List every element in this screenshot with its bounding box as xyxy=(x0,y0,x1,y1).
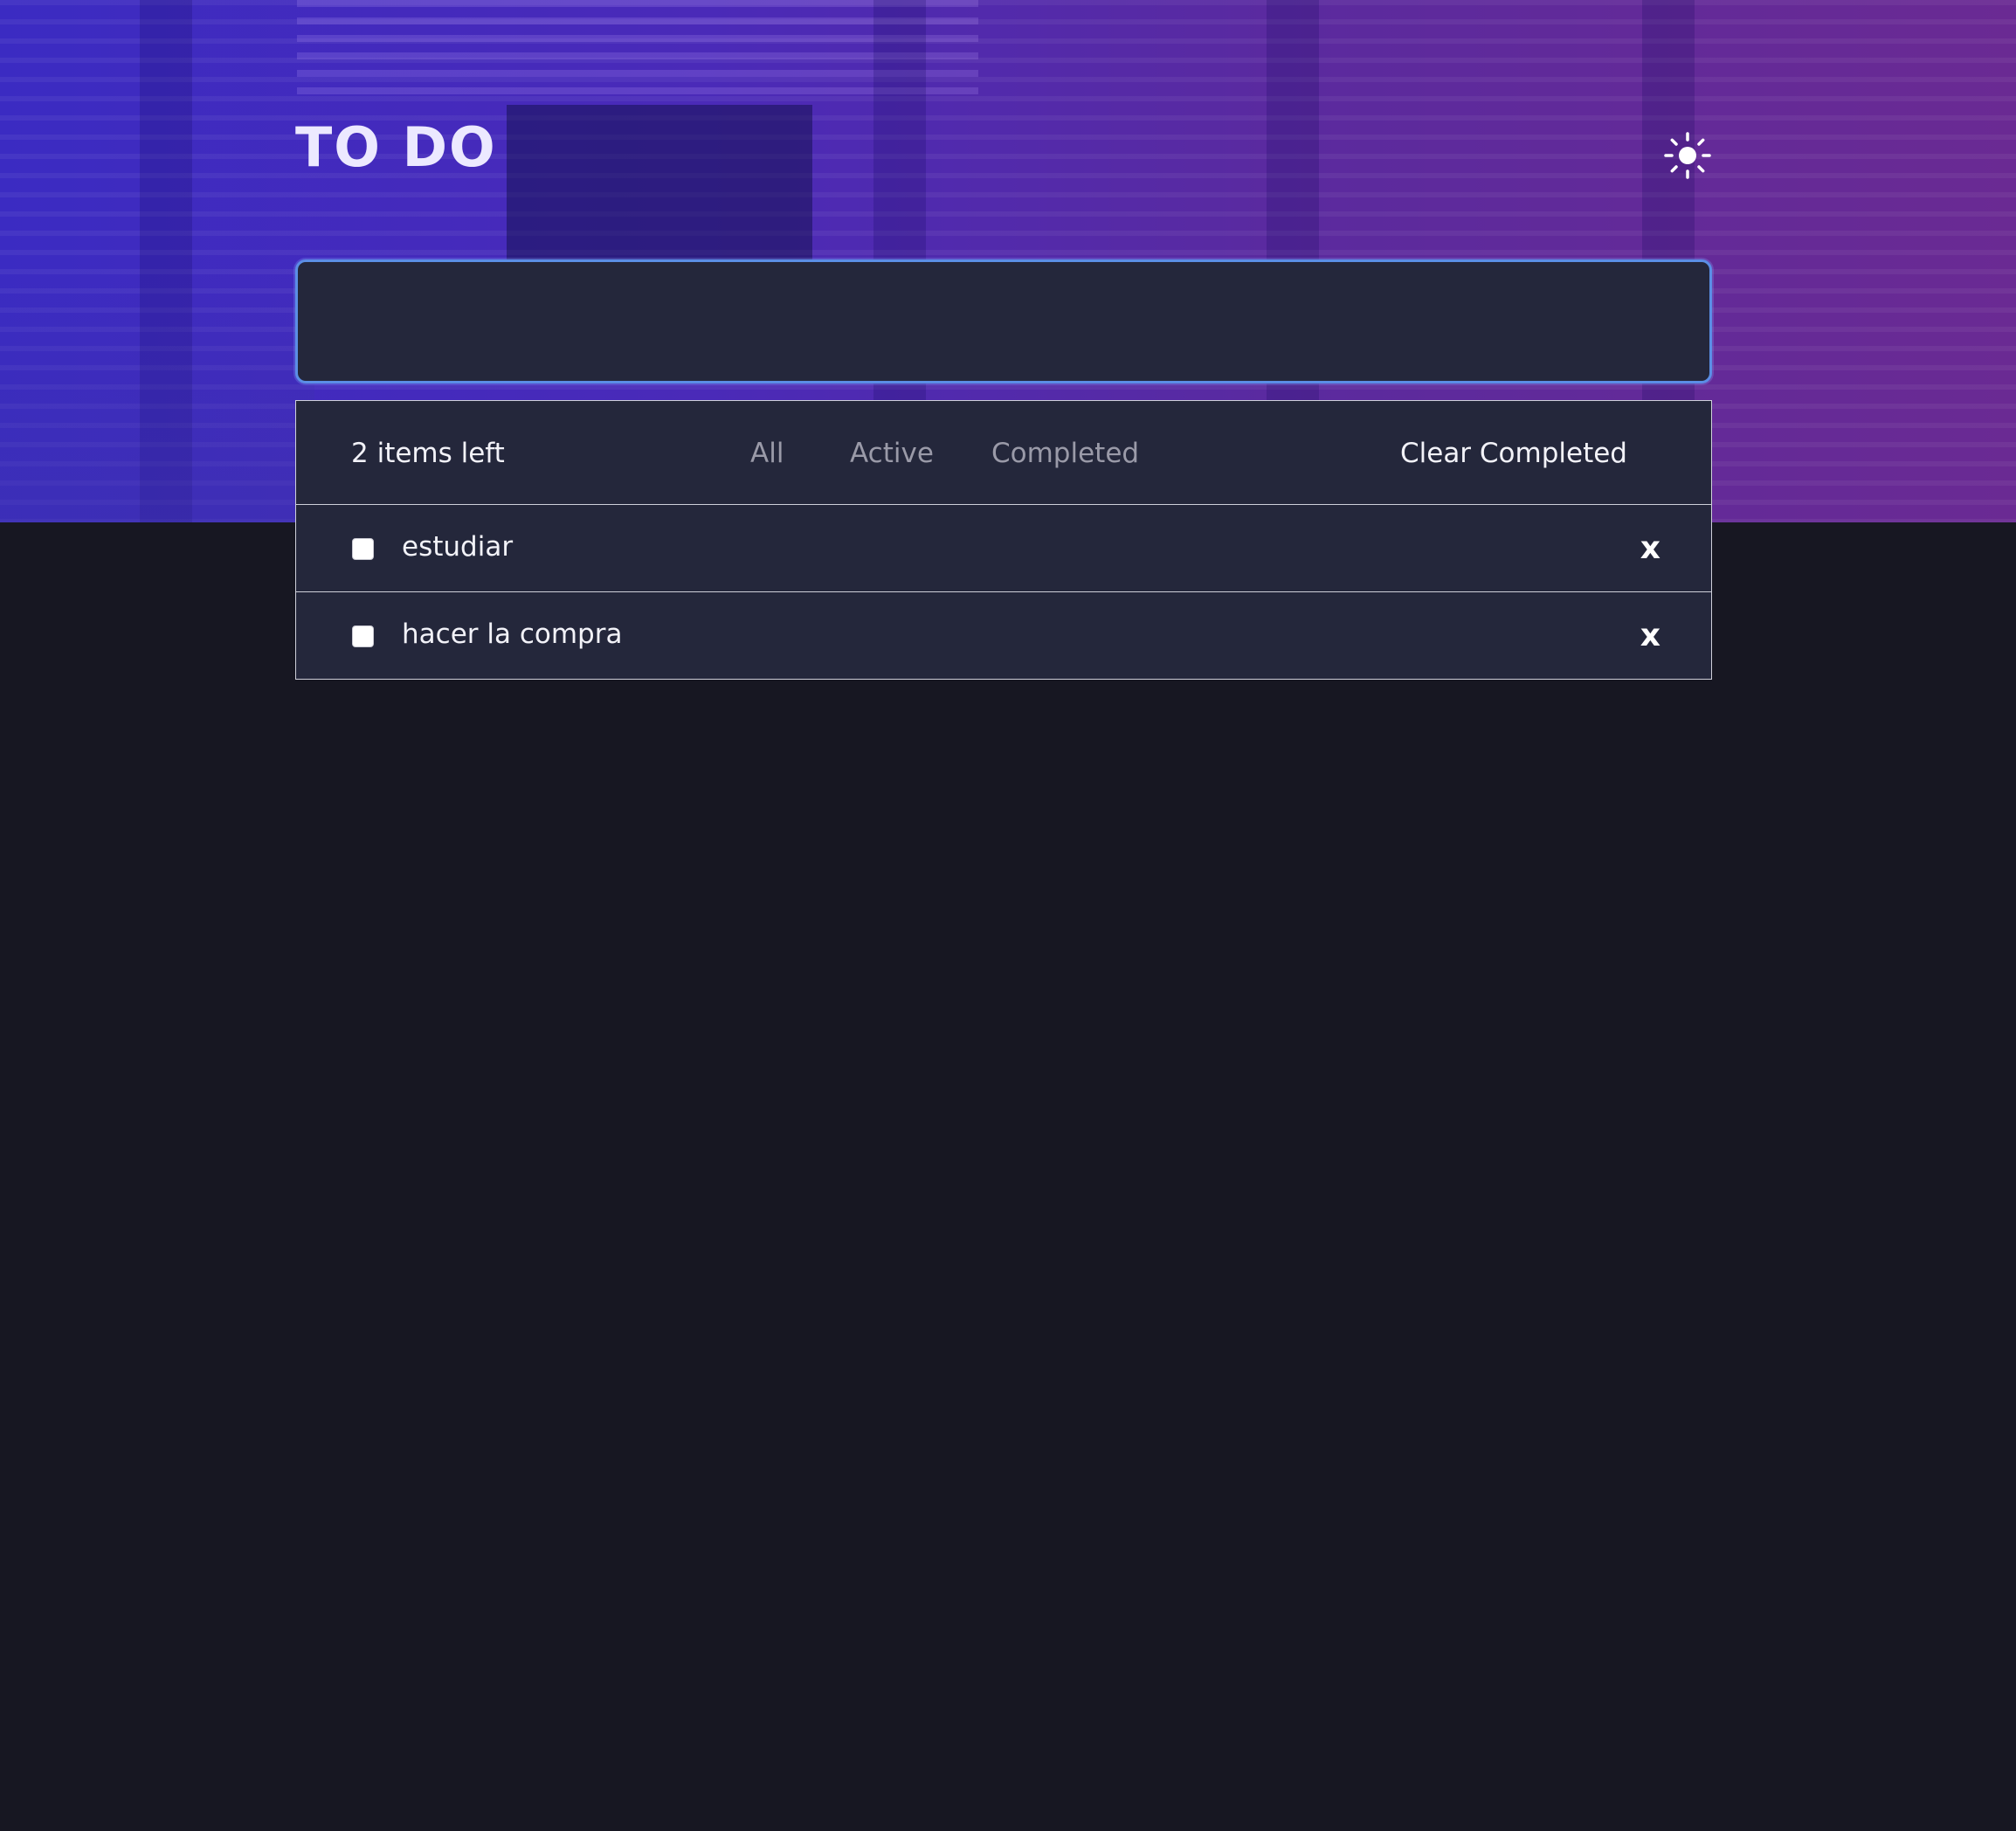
todo-item: estudiar x xyxy=(295,505,1712,592)
new-todo-input[interactable] xyxy=(295,259,1712,383)
sun-icon xyxy=(1664,132,1711,179)
delete-todo-button[interactable]: x xyxy=(1640,592,1660,680)
todo-text: hacer la compra xyxy=(402,618,623,650)
background-doorway-detail xyxy=(507,105,812,262)
todo-panel: 2 items left All Active Completed Clear … xyxy=(295,400,1712,680)
todo-checkbox[interactable] xyxy=(352,538,374,560)
background-railing-detail xyxy=(0,262,314,522)
filter-all-button[interactable]: All xyxy=(750,401,784,506)
filter-active-button[interactable]: Active xyxy=(850,401,934,506)
todo-footer: 2 items left All Active Completed Clear … xyxy=(295,400,1712,505)
filter-completed-button[interactable]: Completed xyxy=(991,401,1139,506)
todo-item: hacer la compra x xyxy=(295,592,1712,680)
todo-text: estudiar xyxy=(402,531,514,563)
theme-toggle-button[interactable] xyxy=(1664,132,1711,179)
clear-completed-button[interactable]: Clear Completed xyxy=(1400,401,1627,506)
todo-checkbox[interactable] xyxy=(352,625,374,647)
items-left-count: 2 items left xyxy=(351,438,505,469)
delete-todo-button[interactable]: x xyxy=(1640,505,1660,592)
page-title: TO DO xyxy=(295,115,497,179)
